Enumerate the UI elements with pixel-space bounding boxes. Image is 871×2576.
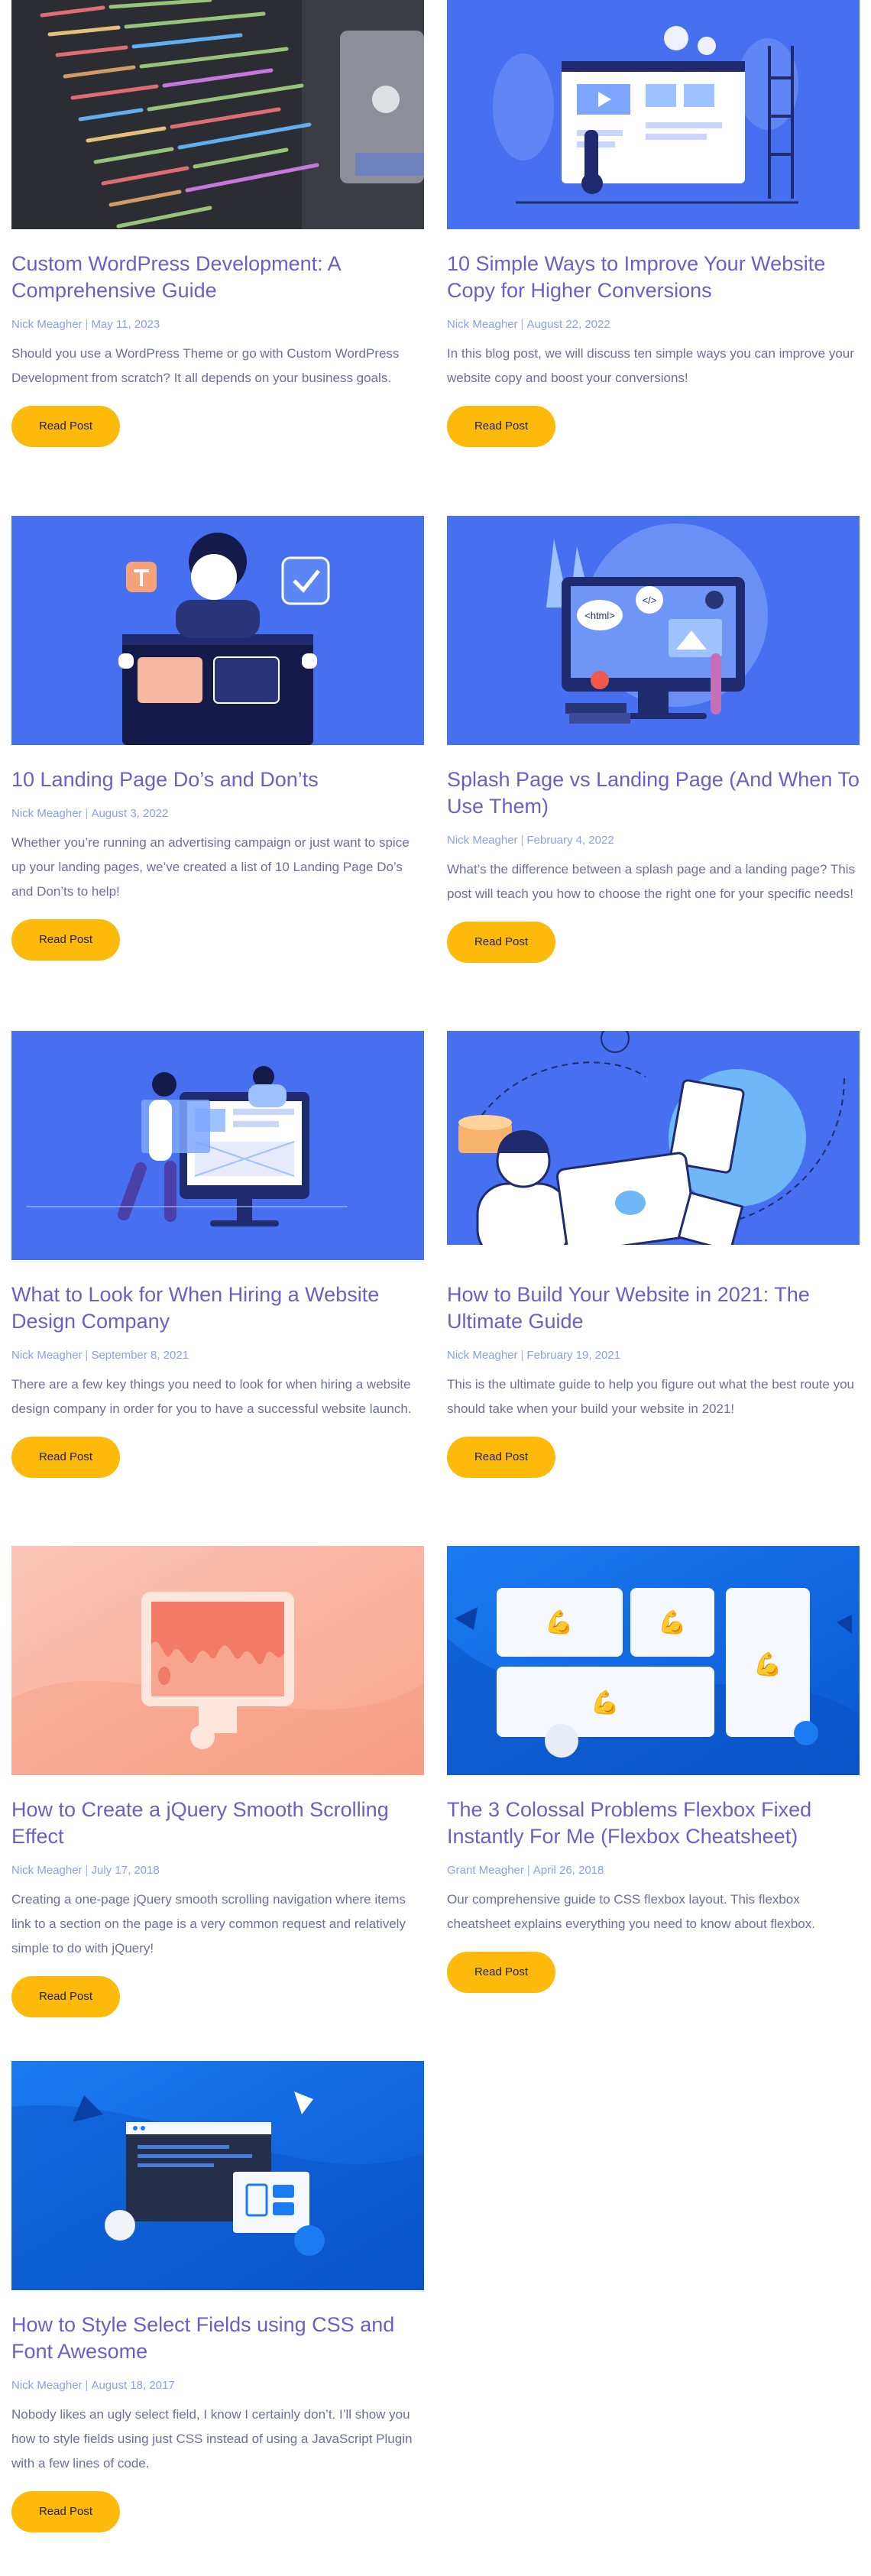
post-card: How to Build Your Website in 2021: The U…: [447, 1031, 860, 1478]
post-thumbnail-laptop-person[interactable]: [447, 1031, 860, 1260]
blog-post-grid: Custom WordPress Development: A Comprehe…: [0, 0, 871, 2576]
flexed-biceps-icon: 💪: [545, 1609, 573, 1635]
read-post-button[interactable]: Read Post: [11, 1437, 120, 1478]
post-date: August 3, 2022: [91, 807, 169, 820]
post-title[interactable]: 10 Simple Ways to Improve Your Website C…: [447, 251, 860, 304]
meta-divider: |: [520, 1349, 524, 1362]
meta-divider: |: [85, 1349, 89, 1362]
post-title[interactable]: How to Build Your Website in 2021: The U…: [447, 1282, 860, 1335]
post-meta: Nick Meagher | February 4, 2022: [447, 834, 860, 847]
html-tag-label: <html>: [584, 610, 615, 621]
read-post-button[interactable]: Read Post: [447, 922, 555, 963]
post-author[interactable]: Nick Meagher: [447, 834, 518, 847]
post-date: August 22, 2022: [526, 318, 610, 331]
post-date: August 18, 2017: [91, 2379, 175, 2392]
read-post-button[interactable]: Read Post: [447, 1952, 555, 1993]
post-excerpt: Our comprehensive guide to CSS flexbox l…: [447, 1892, 815, 1931]
code-tag-label: </>: [643, 595, 657, 606]
post-card: How to Style Select Fields using CSS and…: [11, 2061, 424, 2532]
post-excerpt: What’s the difference between a splash p…: [447, 862, 855, 901]
meta-divider: |: [85, 318, 89, 331]
read-post-button[interactable]: Read Post: [11, 2491, 120, 2532]
post-meta: Nick Meagher | February 19, 2021: [447, 1349, 860, 1362]
post-thumbnail-flexbox-boxes[interactable]: 💪 💪 💪 💪: [447, 1546, 860, 1775]
post-date: February 19, 2021: [526, 1349, 621, 1362]
meta-divider: |: [85, 2379, 89, 2392]
post-meta: Nick Meagher | August 3, 2022: [11, 807, 424, 820]
post-thumbnail-landing-page[interactable]: [11, 516, 424, 745]
post-date: July 17, 2018: [91, 1864, 160, 1877]
post-excerpt: Nobody likes an ugly select field, I kno…: [11, 2407, 413, 2471]
post-date: April 26, 2018: [533, 1864, 604, 1877]
post-author[interactable]: Nick Meagher: [447, 318, 518, 331]
post-meta: Nick Meagher | May 11, 2023: [11, 318, 424, 331]
post-date: September 8, 2021: [91, 1349, 189, 1362]
read-post-button[interactable]: Read Post: [447, 406, 555, 447]
post-author[interactable]: Nick Meagher: [11, 1864, 83, 1877]
post-meta: Nick Meagher | July 17, 2018: [11, 1864, 424, 1877]
post-title[interactable]: What to Look for When Hiring a Website D…: [11, 1282, 424, 1335]
post-excerpt: Whether you’re running an advertising ca…: [11, 835, 410, 899]
post-excerpt: Should you use a WordPress Theme or go w…: [11, 346, 400, 385]
post-meta: Nick Meagher | September 8, 2021: [11, 1349, 424, 1362]
post-card: 10 Landing Page Do’s and Don’ts Nick Mea…: [11, 516, 424, 961]
read-post-button[interactable]: Read Post: [11, 919, 120, 961]
post-thumbnail-website-builders[interactable]: [447, 0, 860, 229]
post-author[interactable]: Nick Meagher: [11, 807, 83, 820]
post-card: What to Look for When Hiring a Website D…: [11, 1031, 424, 1478]
post-meta: Nick Meagher | August 22, 2022: [447, 318, 860, 331]
post-title[interactable]: Custom WordPress Development: A Comprehe…: [11, 251, 424, 304]
post-author[interactable]: Nick Meagher: [447, 1349, 518, 1362]
post-meta: Nick Meagher | August 18, 2017: [11, 2379, 424, 2392]
post-title[interactable]: Splash Page vs Landing Page (And When To…: [447, 766, 860, 820]
read-post-button[interactable]: Read Post: [11, 1976, 120, 2017]
meta-divider: |: [526, 1864, 530, 1877]
post-author[interactable]: Grant Meagher: [447, 1864, 524, 1877]
post-thumbnail-browser-window[interactable]: [11, 2061, 424, 2290]
post-card: 💪 💪 💪 💪 The 3 Colossal Problems Flexbox …: [447, 1546, 860, 1993]
post-card: How to Create a jQuery Smooth Scrolling …: [11, 1546, 424, 2017]
post-date: February 4, 2022: [526, 834, 614, 847]
meta-divider: |: [85, 1864, 89, 1877]
meta-divider: |: [520, 834, 524, 847]
post-date: May 11, 2023: [91, 318, 160, 331]
post-title[interactable]: 10 Landing Page Do’s and Don’ts: [11, 766, 424, 793]
post-excerpt: There are a few key things you need to l…: [11, 1377, 412, 1416]
post-author[interactable]: Nick Meagher: [11, 1349, 83, 1362]
post-author[interactable]: Nick Meagher: [11, 2379, 83, 2392]
post-title[interactable]: The 3 Colossal Problems Flexbox Fixed In…: [447, 1797, 860, 1850]
flexed-biceps-icon: 💪: [753, 1651, 782, 1677]
post-author[interactable]: Nick Meagher: [11, 318, 83, 331]
post-excerpt: Creating a one-page jQuery smooth scroll…: [11, 1892, 406, 1955]
read-post-button[interactable]: Read Post: [447, 1437, 555, 1478]
meta-divider: |: [85, 807, 89, 820]
post-thumbnail-dripping-monitor[interactable]: [11, 1546, 424, 1775]
read-post-button[interactable]: Read Post: [11, 406, 120, 447]
post-card: Custom WordPress Development: A Comprehe…: [11, 0, 424, 447]
flexed-biceps-icon: 💪: [591, 1689, 619, 1716]
meta-divider: |: [520, 318, 524, 331]
post-card: <html> </> Splash Page vs Landing Page (…: [447, 516, 860, 963]
post-excerpt: In this blog post, we will discuss ten s…: [447, 346, 854, 385]
post-title[interactable]: How to Style Select Fields using CSS and…: [11, 2312, 424, 2365]
post-excerpt: This is the ultimate guide to help you f…: [447, 1377, 854, 1416]
post-title[interactable]: How to Create a jQuery Smooth Scrolling …: [11, 1797, 424, 1850]
post-meta: Grant Meagher | April 26, 2018: [447, 1864, 860, 1877]
post-thumbnail-html-monitor[interactable]: <html> </>: [447, 516, 860, 745]
post-card: 10 Simple Ways to Improve Your Website C…: [447, 0, 860, 447]
post-thumbnail-code-screen[interactable]: [11, 0, 424, 229]
flexed-biceps-icon: 💪: [658, 1609, 686, 1635]
post-thumbnail-designers-monitor[interactable]: [11, 1031, 424, 1260]
